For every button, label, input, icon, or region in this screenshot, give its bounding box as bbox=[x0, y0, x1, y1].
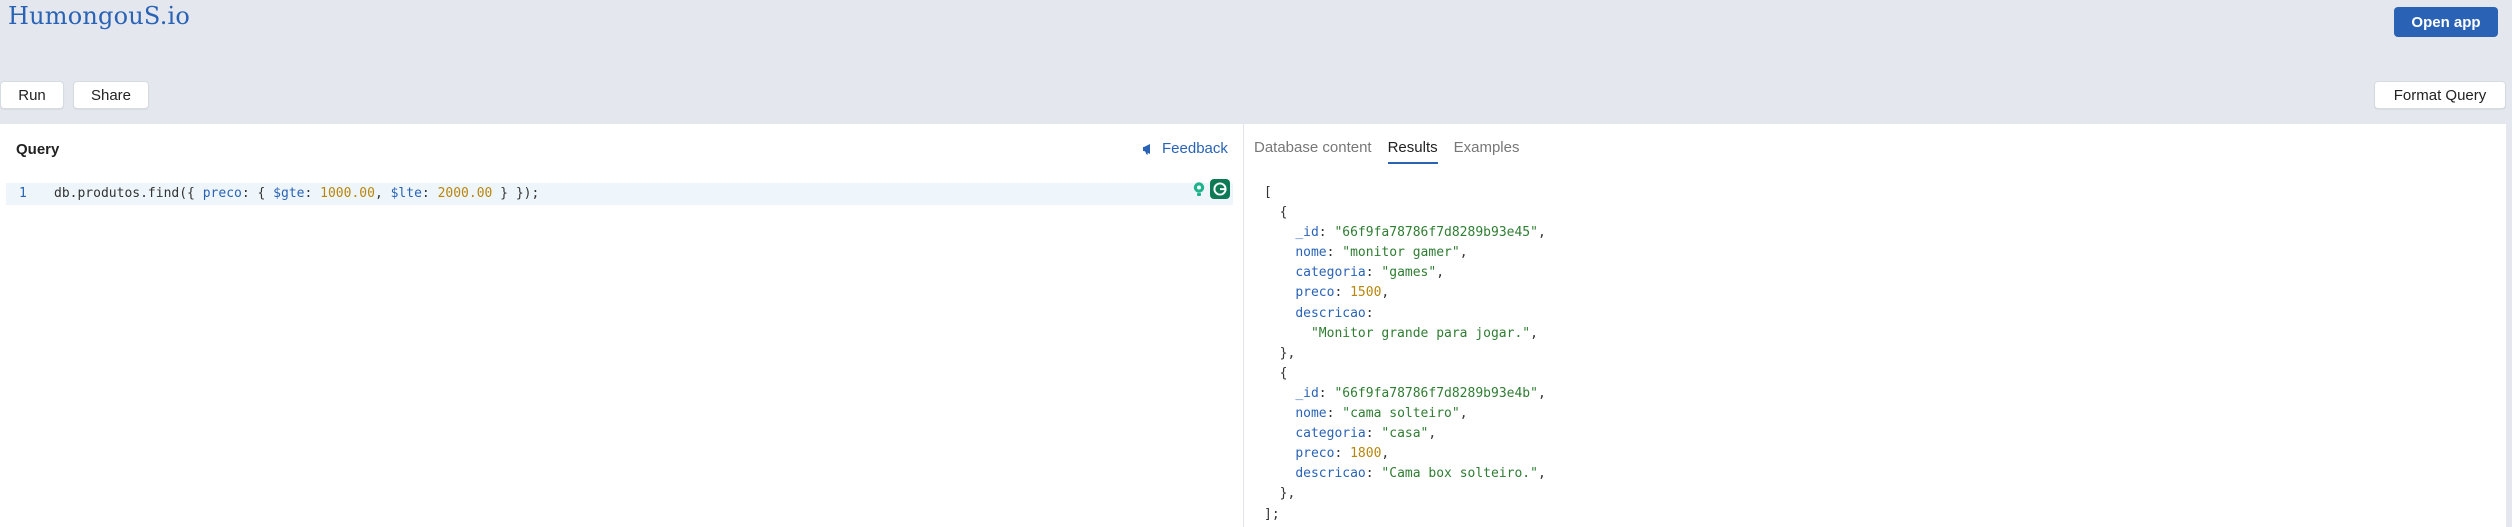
result-field-preco: preco: 1800, bbox=[1295, 446, 1390, 462]
result-field-preco: preco: 1500, bbox=[1295, 285, 1390, 301]
top-bar bbox=[0, 0, 2512, 124]
line-number: 1 bbox=[19, 186, 27, 201]
grammarly-icon[interactable] bbox=[1210, 179, 1230, 199]
code-token: 1000.00 bbox=[320, 186, 375, 201]
result-open-bracket: [ bbox=[1264, 185, 1272, 200]
results-tabs: Database content Results Examples bbox=[1254, 139, 1535, 164]
feedback-label: Feedback bbox=[1162, 140, 1228, 157]
lightbulb-icon[interactable] bbox=[1191, 181, 1207, 197]
refresh-g-icon bbox=[1213, 182, 1227, 196]
format-query-button[interactable]: Format Query bbox=[2374, 81, 2506, 109]
open-app-button[interactable]: Open app bbox=[2394, 7, 2498, 37]
query-editor[interactable]: db.produtos.find({ preco: { $gte: 1000.0… bbox=[54, 186, 539, 201]
code-token: preco bbox=[202, 186, 242, 201]
feedback-link[interactable]: Feedback bbox=[1142, 140, 1228, 157]
code-token: : bbox=[304, 186, 321, 201]
code-token: , bbox=[374, 186, 391, 201]
result-field-descricao: descricao: "Cama box solteiro.", bbox=[1295, 466, 1546, 482]
result-field-categoria: categoria: "casa", bbox=[1295, 426, 1437, 442]
result-field-categoria: categoria: "games", bbox=[1295, 265, 1445, 281]
panel-divider[interactable] bbox=[1243, 124, 1244, 527]
result-field-id: _id: "66f9fa78786f7d8289b93e4b", bbox=[1295, 385, 1546, 401]
run-button[interactable]: Run bbox=[0, 81, 64, 109]
app-logo[interactable]: HumongouS.io bbox=[8, 2, 190, 30]
results-output: [ { _id: "66f9fa78786f7d8289b93e45", nom… bbox=[1264, 183, 1546, 525]
result-doc-open: { bbox=[1264, 205, 1288, 221]
megaphone-icon bbox=[1143, 143, 1150, 154]
result-close-bracket: ]; bbox=[1264, 506, 1280, 522]
result-field-nome: nome: "monitor gamer", bbox=[1295, 245, 1468, 261]
code-token: db.produtos.find({ bbox=[54, 186, 203, 201]
tab-results[interactable]: Results bbox=[1387, 139, 1446, 164]
tab-examples[interactable]: Examples bbox=[1454, 139, 1528, 164]
code-token: } }); bbox=[492, 186, 540, 201]
scrollbar-track bbox=[2506, 124, 2512, 527]
result-field-id: _id: "66f9fa78786f7d8289b93e45", bbox=[1295, 225, 1546, 241]
result-field-descricao: descricao: bbox=[1295, 305, 1374, 321]
code-token: $lte bbox=[390, 186, 422, 201]
code-token: : { bbox=[241, 186, 274, 201]
code-token: : bbox=[421, 186, 438, 201]
query-title: Query bbox=[16, 141, 60, 158]
result-field-descricao-value: "Monitor grande para jogar.", bbox=[1310, 325, 1538, 341]
result-field-nome: nome: "cama solteiro", bbox=[1295, 406, 1468, 422]
result-doc-close: }, bbox=[1264, 486, 1296, 502]
result-doc-close: }, bbox=[1264, 345, 1296, 361]
code-token: $gte bbox=[273, 186, 305, 201]
code-token: 2000.00 bbox=[437, 186, 493, 201]
tab-database-content[interactable]: Database content bbox=[1254, 139, 1380, 164]
result-doc-open: { bbox=[1264, 365, 1288, 381]
share-button[interactable]: Share bbox=[73, 81, 149, 109]
